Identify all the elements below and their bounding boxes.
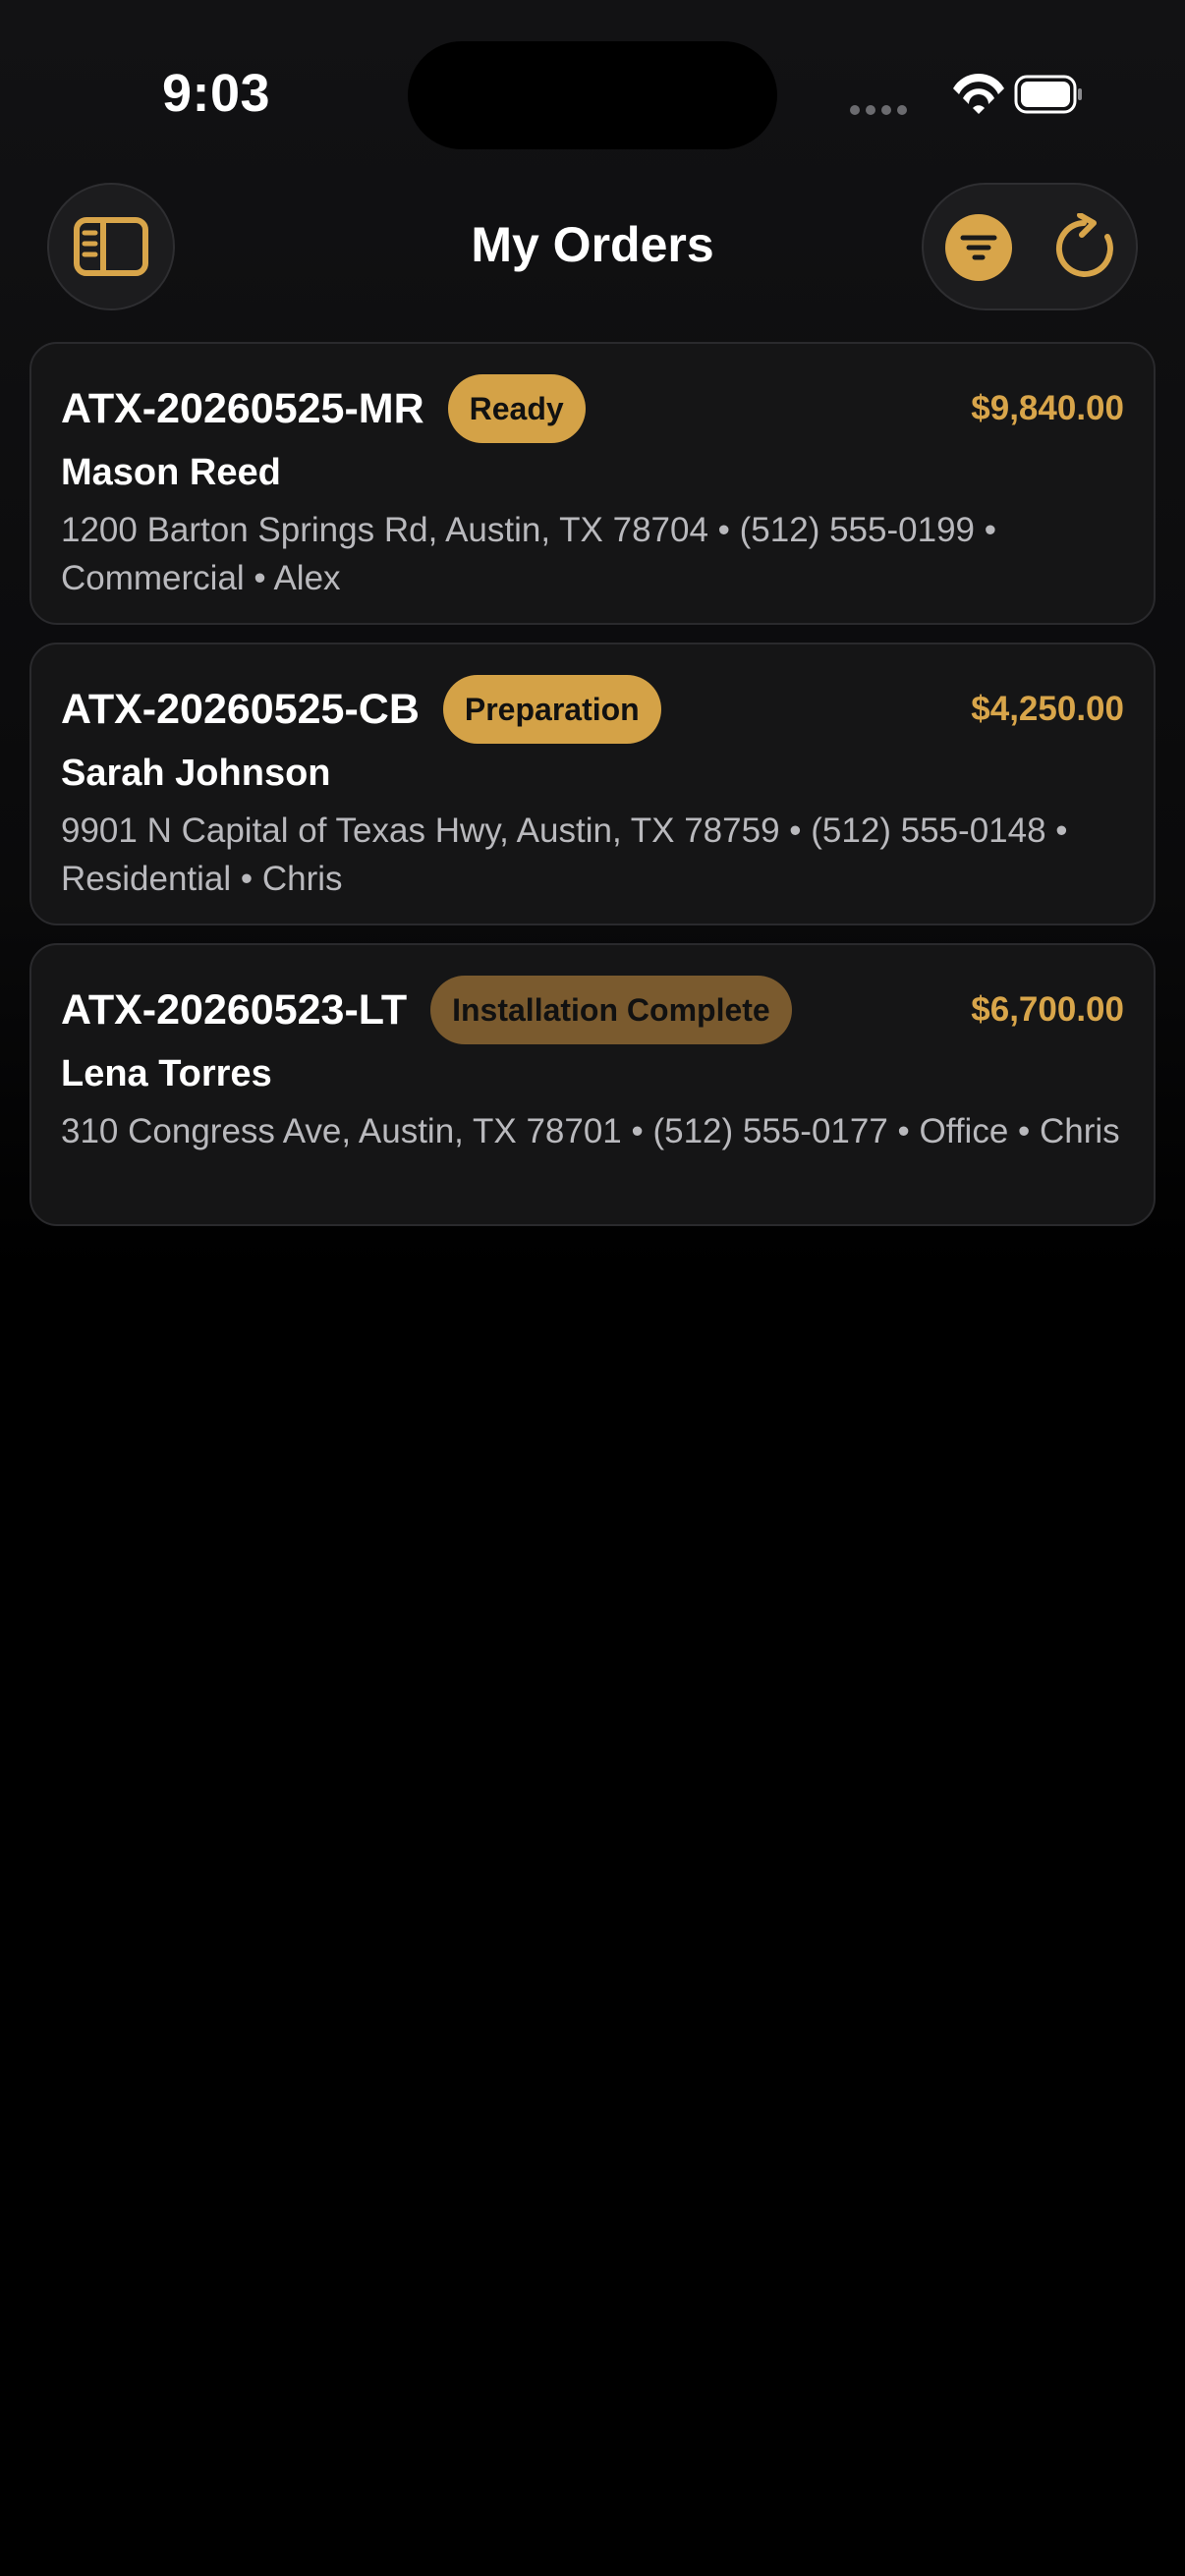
status-badge: Ready (447, 374, 586, 443)
order-card[interactable]: ATX-20260525-CB Preparation $4,250.00 Sa… (29, 643, 1156, 925)
customer-name: Sarah Johnson (61, 753, 331, 794)
customer-name: Lena Torres (61, 1053, 272, 1094)
order-card[interactable]: ATX-20260525-MR Ready $9,840.00 Mason Re… (29, 342, 1156, 625)
nav-actions (922, 183, 1138, 310)
refresh-button[interactable] (1049, 208, 1128, 287)
filter-icon (960, 235, 997, 260)
order-header-row: ATX-20260523-LT Installation Complete $6… (61, 975, 1124, 1045)
status-time: 9:03 (162, 64, 271, 123)
status-icons (847, 71, 1083, 120)
order-card[interactable]: ATX-20260523-LT Installation Complete $6… (29, 943, 1156, 1226)
order-details: 9901 N Capital of Texas Hwy, Austin, TX … (61, 812, 1068, 898)
order-amount: $4,250.00 (971, 690, 1124, 728)
order-details: 1200 Barton Springs Rd, Austin, TX 78704… (61, 511, 996, 597)
order-amount: $6,700.00 (971, 990, 1124, 1029)
filter-button[interactable] (945, 214, 1012, 281)
screen: 9:03 My Orders ATX-20260525-MR Ready $9,… (0, 0, 1185, 2576)
order-id: ATX-20260525-CB (61, 685, 420, 733)
order-header-row: ATX-20260525-MR Ready $9,840.00 (61, 373, 1124, 444)
status-badge: Installation Complete (430, 976, 792, 1044)
wifi-icon (953, 73, 1004, 114)
order-header-row: ATX-20260525-CB Preparation $4,250.00 (61, 674, 1124, 745)
customer-name: Mason Reed (61, 452, 281, 493)
order-id: ATX-20260523-LT (61, 985, 408, 1034)
battery-icon (1014, 75, 1082, 114)
order-details: 310 Congress Ave, Austin, TX 78701 • (51… (61, 1112, 1120, 1150)
order-id: ATX-20260525-MR (61, 384, 424, 432)
status-badge: Preparation (442, 675, 661, 744)
dynamic-island (408, 41, 777, 149)
cellular-signal-icon (850, 73, 1082, 115)
order-amount: $9,840.00 (971, 389, 1124, 427)
refresh-icon (1056, 213, 1113, 277)
orders-list: ATX-20260525-MR Ready $9,840.00 Mason Re… (29, 342, 1156, 1244)
